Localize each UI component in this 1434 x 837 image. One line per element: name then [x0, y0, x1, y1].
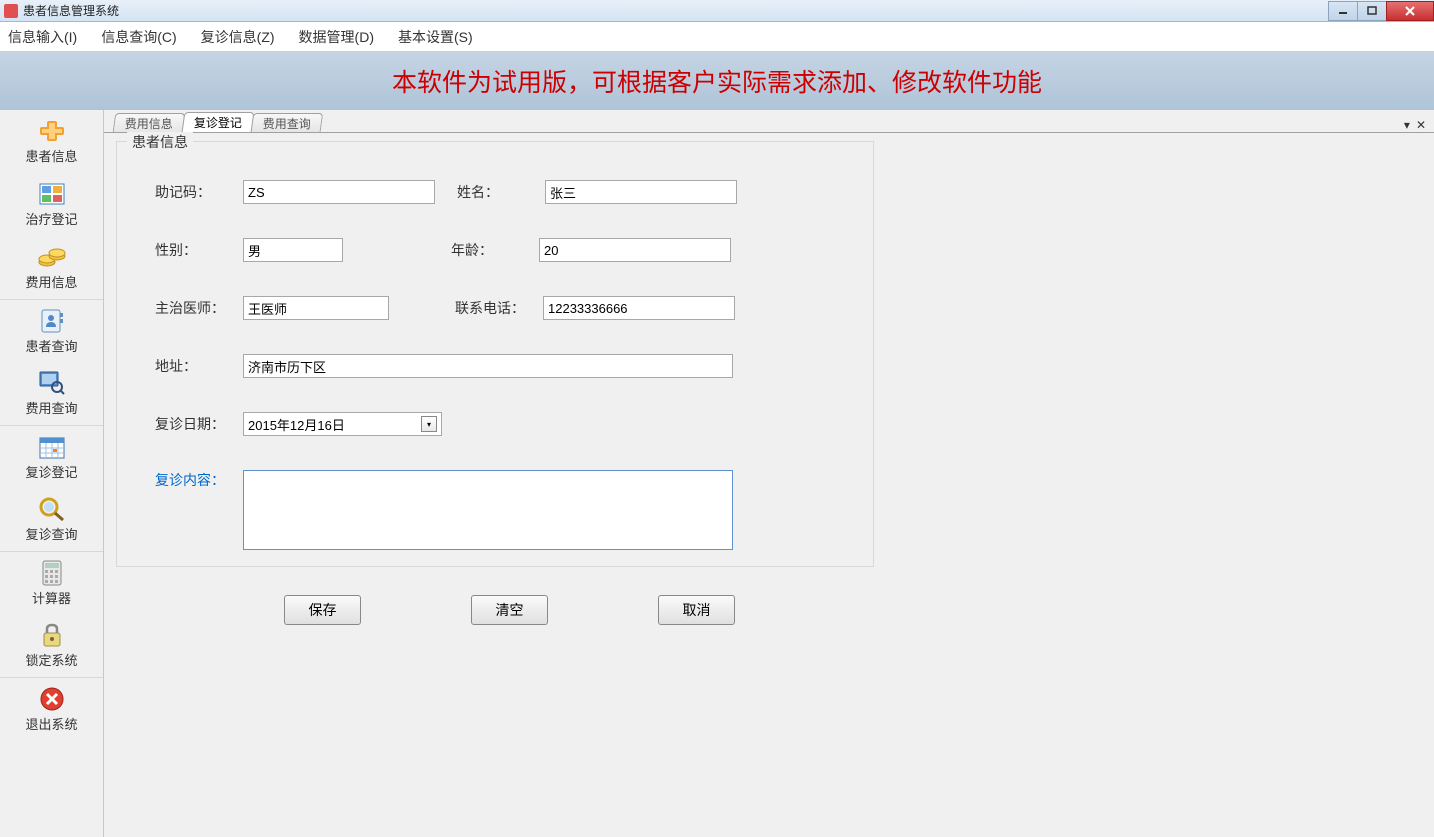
- patient-info-groupbox: 患者信息 助记码： 姓名： 性别： 年龄：: [116, 141, 874, 567]
- gender-label: 性别：: [155, 240, 243, 260]
- calendar-grid-icon: [36, 181, 68, 207]
- sidebar-item-label: 费用信息: [25, 272, 77, 291]
- plus-icon: [36, 118, 68, 144]
- close-button[interactable]: [1386, 1, 1434, 21]
- sidebar-item-label: 锁定系统: [25, 650, 77, 669]
- clear-button[interactable]: 清空: [471, 595, 548, 625]
- coins-icon: [36, 244, 68, 270]
- trial-banner-text: 本软件为试用版，可根据客户实际需求添加、修改软件功能: [392, 63, 1042, 99]
- menu-revisit[interactable]: 复诊信息(Z): [201, 27, 275, 47]
- sidebar-item-treatment-register[interactable]: 治疗登记: [0, 173, 103, 236]
- sidebar-item-label: 费用查询: [25, 398, 77, 417]
- save-button[interactable]: 保存: [284, 595, 361, 625]
- sidebar-item-label: 退出系统: [25, 714, 77, 733]
- maximize-button[interactable]: [1357, 1, 1387, 21]
- gender-input[interactable]: [243, 238, 343, 262]
- sidebar-item-calculator[interactable]: 计算器: [0, 551, 103, 614]
- sidebar-item-label: 患者查询: [25, 336, 77, 355]
- phone-label: 联系电话：: [455, 298, 543, 318]
- mnemonic-label: 助记码：: [155, 182, 243, 202]
- tabstrip: 费用信息 复诊登记 费用查询 ▾ ✕: [104, 110, 1434, 132]
- age-label: 年龄：: [451, 240, 539, 260]
- doctor-input[interactable]: [243, 296, 389, 320]
- cancel-button[interactable]: 取消: [658, 595, 735, 625]
- mnemonic-input[interactable]: [243, 180, 435, 204]
- revisit-content-label: 复诊内容：: [155, 470, 243, 490]
- contact-book-icon: [36, 308, 68, 334]
- calendar-icon: [36, 434, 68, 460]
- address-label: 地址：: [155, 356, 243, 376]
- sidebar-item-revisit-register[interactable]: 复诊登记: [0, 425, 103, 488]
- sidebar: 患者信息 治疗登记 费用信息 患者查询 费用查询: [0, 110, 104, 837]
- age-input[interactable]: [539, 238, 731, 262]
- window-titlebar: 患者信息管理系统: [0, 0, 1434, 22]
- sidebar-item-exit-system[interactable]: 退出系统: [0, 677, 103, 740]
- sidebar-item-lock-system[interactable]: 锁定系统: [0, 614, 103, 677]
- magnifier-icon: [36, 496, 68, 522]
- exit-icon: [36, 686, 68, 712]
- minimize-button[interactable]: [1328, 1, 1358, 21]
- trial-banner: 本软件为试用版，可根据客户实际需求添加、修改软件功能: [0, 52, 1434, 110]
- revisit-content-textarea[interactable]: [243, 470, 733, 550]
- sidebar-item-fee-info[interactable]: 费用信息: [0, 236, 103, 299]
- tab-fee-info[interactable]: 费用信息: [112, 113, 185, 133]
- groupbox-title: 患者信息: [127, 132, 193, 152]
- menu-input[interactable]: 信息输入(I): [8, 27, 77, 47]
- revisit-date-picker[interactable]: 2015年12月16日 ▾: [243, 412, 442, 436]
- sidebar-item-revisit-query[interactable]: 复诊查询: [0, 488, 103, 551]
- tab-revisit-register[interactable]: 复诊登记: [182, 112, 255, 132]
- tab-fee-query[interactable]: 费用查询: [250, 113, 323, 133]
- menu-query[interactable]: 信息查询(C): [101, 27, 176, 47]
- address-input[interactable]: [243, 354, 733, 378]
- tab-close-icon[interactable]: ✕: [1416, 118, 1426, 132]
- name-input[interactable]: [545, 180, 737, 204]
- tab-dropdown-icon[interactable]: ▾: [1404, 118, 1410, 132]
- lock-icon: [36, 622, 68, 648]
- sidebar-item-label: 治疗登记: [25, 209, 77, 228]
- sidebar-item-label: 计算器: [32, 588, 71, 607]
- doctor-label: 主治医师：: [155, 298, 243, 318]
- sidebar-item-label: 复诊查询: [25, 524, 77, 543]
- app-icon: [4, 4, 18, 18]
- calculator-icon: [36, 560, 68, 586]
- chevron-down-icon[interactable]: ▾: [421, 416, 437, 432]
- sidebar-item-patient-query[interactable]: 患者查询: [0, 299, 103, 362]
- content-area: 费用信息 复诊登记 费用查询 ▾ ✕ 患者信息 助记码： 姓名：: [104, 110, 1434, 837]
- menu-data[interactable]: 数据管理(D): [299, 27, 374, 47]
- menubar: 信息输入(I) 信息查询(C) 复诊信息(Z) 数据管理(D) 基本设置(S): [0, 22, 1434, 52]
- sidebar-item-patient-info[interactable]: 患者信息: [0, 110, 103, 173]
- menu-settings[interactable]: 基本设置(S): [398, 27, 473, 47]
- name-label: 姓名：: [457, 182, 545, 202]
- monitor-search-icon: [36, 370, 68, 396]
- sidebar-item-label: 复诊登记: [25, 462, 77, 481]
- window-title: 患者信息管理系统: [23, 2, 119, 19]
- sidebar-item-fee-query[interactable]: 费用查询: [0, 362, 103, 425]
- sidebar-item-label: 患者信息: [25, 146, 77, 165]
- phone-input[interactable]: [543, 296, 735, 320]
- revisit-date-label: 复诊日期：: [155, 414, 243, 434]
- revisit-date-value: 2015年12月16日: [248, 415, 345, 434]
